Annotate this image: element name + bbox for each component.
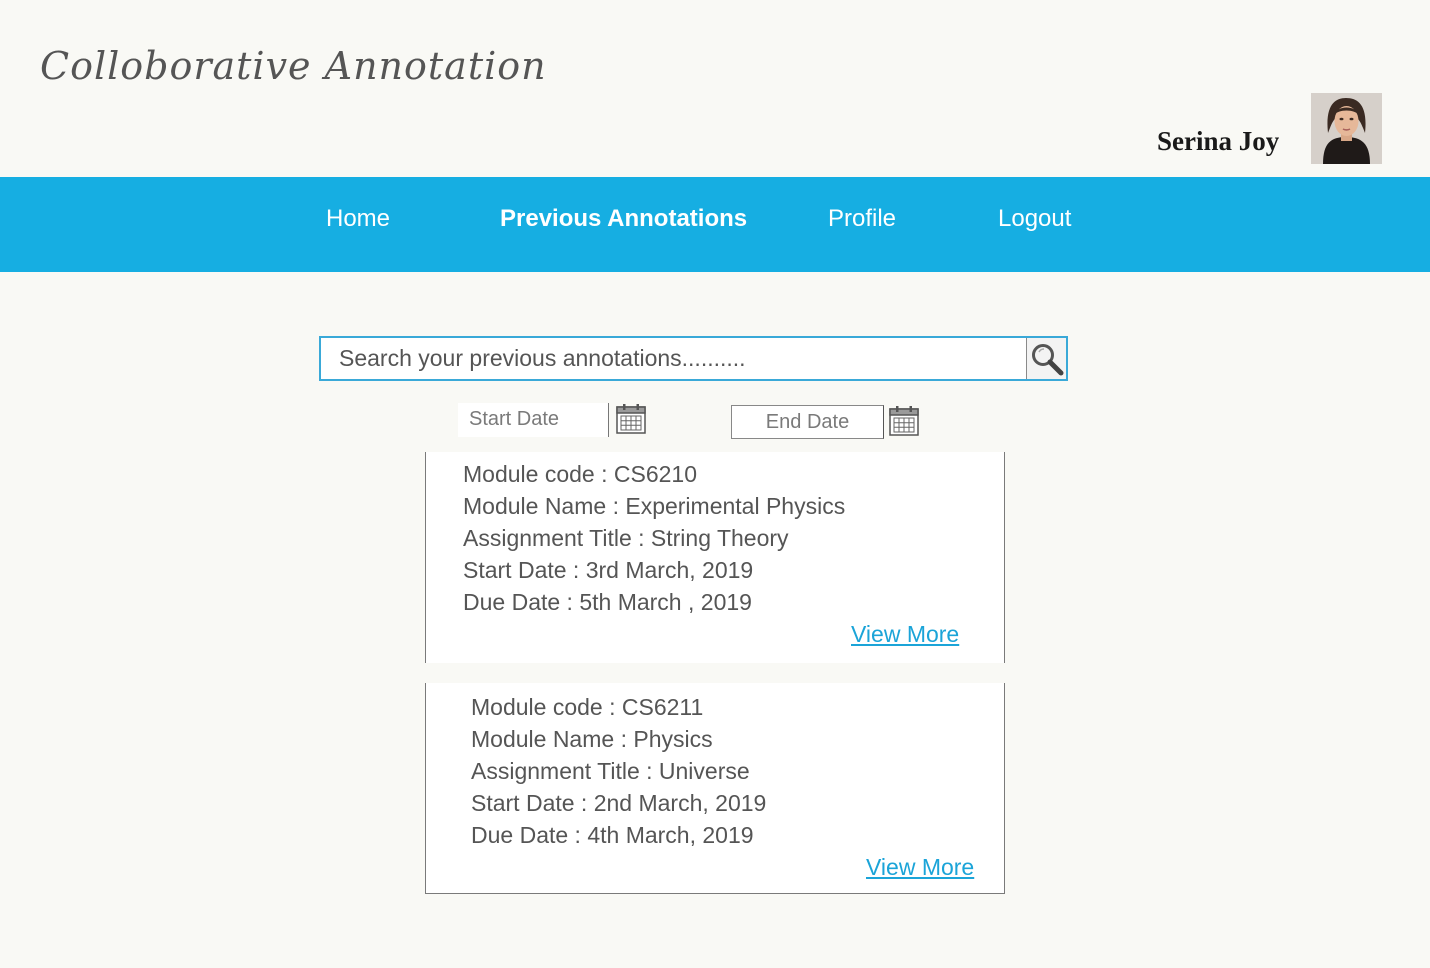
- due-date: Due Date : 4th March, 2019: [471, 822, 754, 848]
- search-bar: [319, 336, 1068, 381]
- module-name: Module Name : Physics: [471, 726, 713, 752]
- start-date-field[interactable]: Start Date: [458, 403, 609, 437]
- avatar[interactable]: [1311, 93, 1382, 164]
- nav-profile[interactable]: Profile: [828, 205, 896, 233]
- module-code: Module code : CS6211: [471, 694, 704, 720]
- top-navigation-bar: Home Previous Annotations Profile Logout: [0, 177, 1430, 272]
- view-more-link[interactable]: View More: [851, 621, 959, 648]
- search-icon: [1032, 344, 1064, 376]
- user-name: Serina Joy: [1157, 126, 1280, 156]
- annotation-card: Module code : CS6211 Module Name : Physi…: [425, 683, 1005, 894]
- calendar-icon[interactable]: [615, 403, 647, 435]
- nav-previous-annotations[interactable]: Previous Annotations: [500, 205, 747, 233]
- module-code: Module code : CS6210: [463, 461, 697, 487]
- nav-home[interactable]: Home: [326, 205, 390, 233]
- search-input[interactable]: [321, 338, 1027, 379]
- module-name: Module Name : Experimental Physics: [463, 493, 846, 519]
- calendar-icon[interactable]: [888, 405, 920, 437]
- view-more-link[interactable]: View More: [866, 854, 974, 881]
- search-button[interactable]: [1026, 338, 1066, 379]
- app-title: Colloborative Annotation: [40, 44, 547, 88]
- start-date: Start Date : 2nd March, 2019: [471, 790, 767, 816]
- nav-logout[interactable]: Logout: [998, 205, 1071, 233]
- due-date: Due Date : 5th March , 2019: [463, 589, 752, 615]
- annotation-card: Module code : CS6210 Module Name : Exper…: [425, 452, 1005, 663]
- assignment-title: Assignment Title : Universe: [471, 758, 750, 784]
- assignment-title: Assignment Title : String Theory: [463, 525, 789, 551]
- start-date: Start Date : 3rd March, 2019: [463, 557, 754, 583]
- end-date-field[interactable]: End Date: [731, 405, 884, 439]
